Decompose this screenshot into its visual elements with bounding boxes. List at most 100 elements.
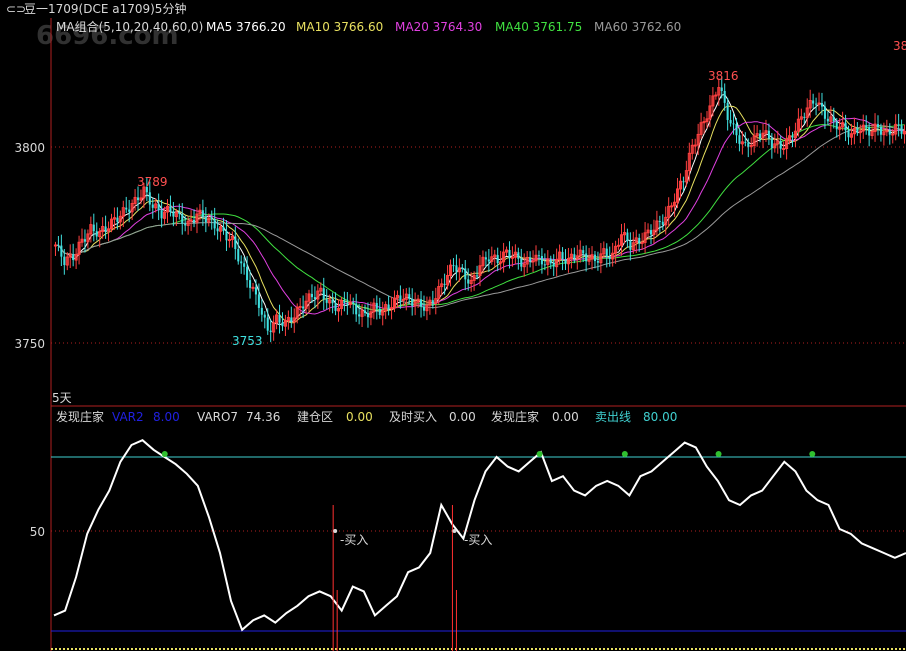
candlestick [249,270,252,299]
candlestick [729,109,732,127]
candlestick [422,295,426,317]
candlestick [83,229,86,253]
candlestick [204,207,207,233]
candlestick [363,304,367,317]
varo7-label: VARO7 [197,410,238,424]
candlestick [68,244,72,269]
sell-line-label: 卖出线 [595,410,631,424]
build-zone-label: 建仓区 [297,410,333,424]
candlestick [634,229,638,253]
candlestick [499,250,503,271]
candlestick [181,203,184,235]
edge-label: 38 [893,39,906,53]
candlestick [900,119,903,139]
candlestick [112,207,116,230]
signal-dot [715,451,722,457]
candlestick [894,114,898,141]
candlestick [673,193,677,217]
candlestick [655,210,659,237]
candlestick [569,248,573,269]
candlestick [749,137,753,156]
candlestick [573,247,576,264]
candlestick [529,251,532,268]
build-zone-value: 0.00 [346,410,373,424]
buy-now-value: 0.00 [449,410,476,424]
candlestick [652,219,656,244]
candlestick [502,242,506,273]
candlestick [219,223,223,242]
period-label: 5天 [52,391,72,405]
low-label: 3753 [232,334,263,348]
candlestick [582,245,585,263]
candlestick [687,142,691,182]
buy-signal-dot [333,529,338,533]
candlestick [292,308,296,333]
candlestick [773,133,777,153]
candlestick [812,93,815,109]
candlestick [549,255,552,269]
moving-average-lines [55,93,905,326]
candlestick [791,131,794,148]
candlestick [428,296,432,315]
candlestick [879,123,882,142]
indicator-name: 发现庄家 [56,409,104,424]
dealer-label: 发现庄家 [491,409,539,424]
candlestick [490,246,494,265]
candlestick [401,288,405,307]
candlestick [690,138,694,160]
signal-dot [809,451,816,457]
candlestick [897,113,900,137]
candlestick [77,235,81,265]
candlestick [355,293,358,322]
candlestick [286,310,290,330]
candlestick [487,249,490,273]
candlestick [74,248,78,270]
candlestick [440,278,444,296]
buy-signal-dot [452,529,457,533]
candlestick [302,295,305,318]
candlestick [626,228,629,248]
candlestick [596,251,599,271]
candlestick [455,254,458,281]
candlestick [785,128,789,160]
high-label: 3789 [137,175,168,189]
candlestick [387,295,390,316]
candlestick [304,292,308,314]
candlestick [278,304,281,334]
candlestick [852,117,856,145]
candlestick [125,196,128,214]
candlestick [157,193,160,221]
sell-line-value: 80.00 [643,410,677,424]
candlestick [555,248,559,277]
candlestick [165,199,170,223]
candlestick [251,282,255,292]
candlestick [136,186,140,211]
candlestick [467,268,470,291]
candlestick [714,91,718,100]
candlestick [464,259,467,291]
candlestick [189,210,193,231]
candlestick [817,92,821,111]
candlestick [448,259,453,287]
candlestick [861,114,865,139]
candlestick [593,250,597,269]
candlestick [80,228,84,247]
candlestick [788,126,792,145]
candlestick [856,122,859,136]
candlestick [390,296,394,320]
candlestick [313,286,316,309]
candlestick [566,247,570,273]
candlestick [378,297,381,319]
candlestick [517,247,520,270]
candlestick [873,113,877,142]
ma-legend-item-ma20: MA20 3764.30 [395,20,482,34]
ma-legend-item-ma40: MA40 3761.75 [495,20,582,34]
candlestick [696,123,700,156]
candlestick [240,255,243,274]
candlestick [670,202,674,212]
varo7-value: 74.36 [246,410,280,424]
var2-label: VAR2 [112,410,144,424]
high-label: 3816 [708,69,739,83]
price-y-axis: 3800 3750 [14,141,906,351]
candlestick [805,98,809,127]
